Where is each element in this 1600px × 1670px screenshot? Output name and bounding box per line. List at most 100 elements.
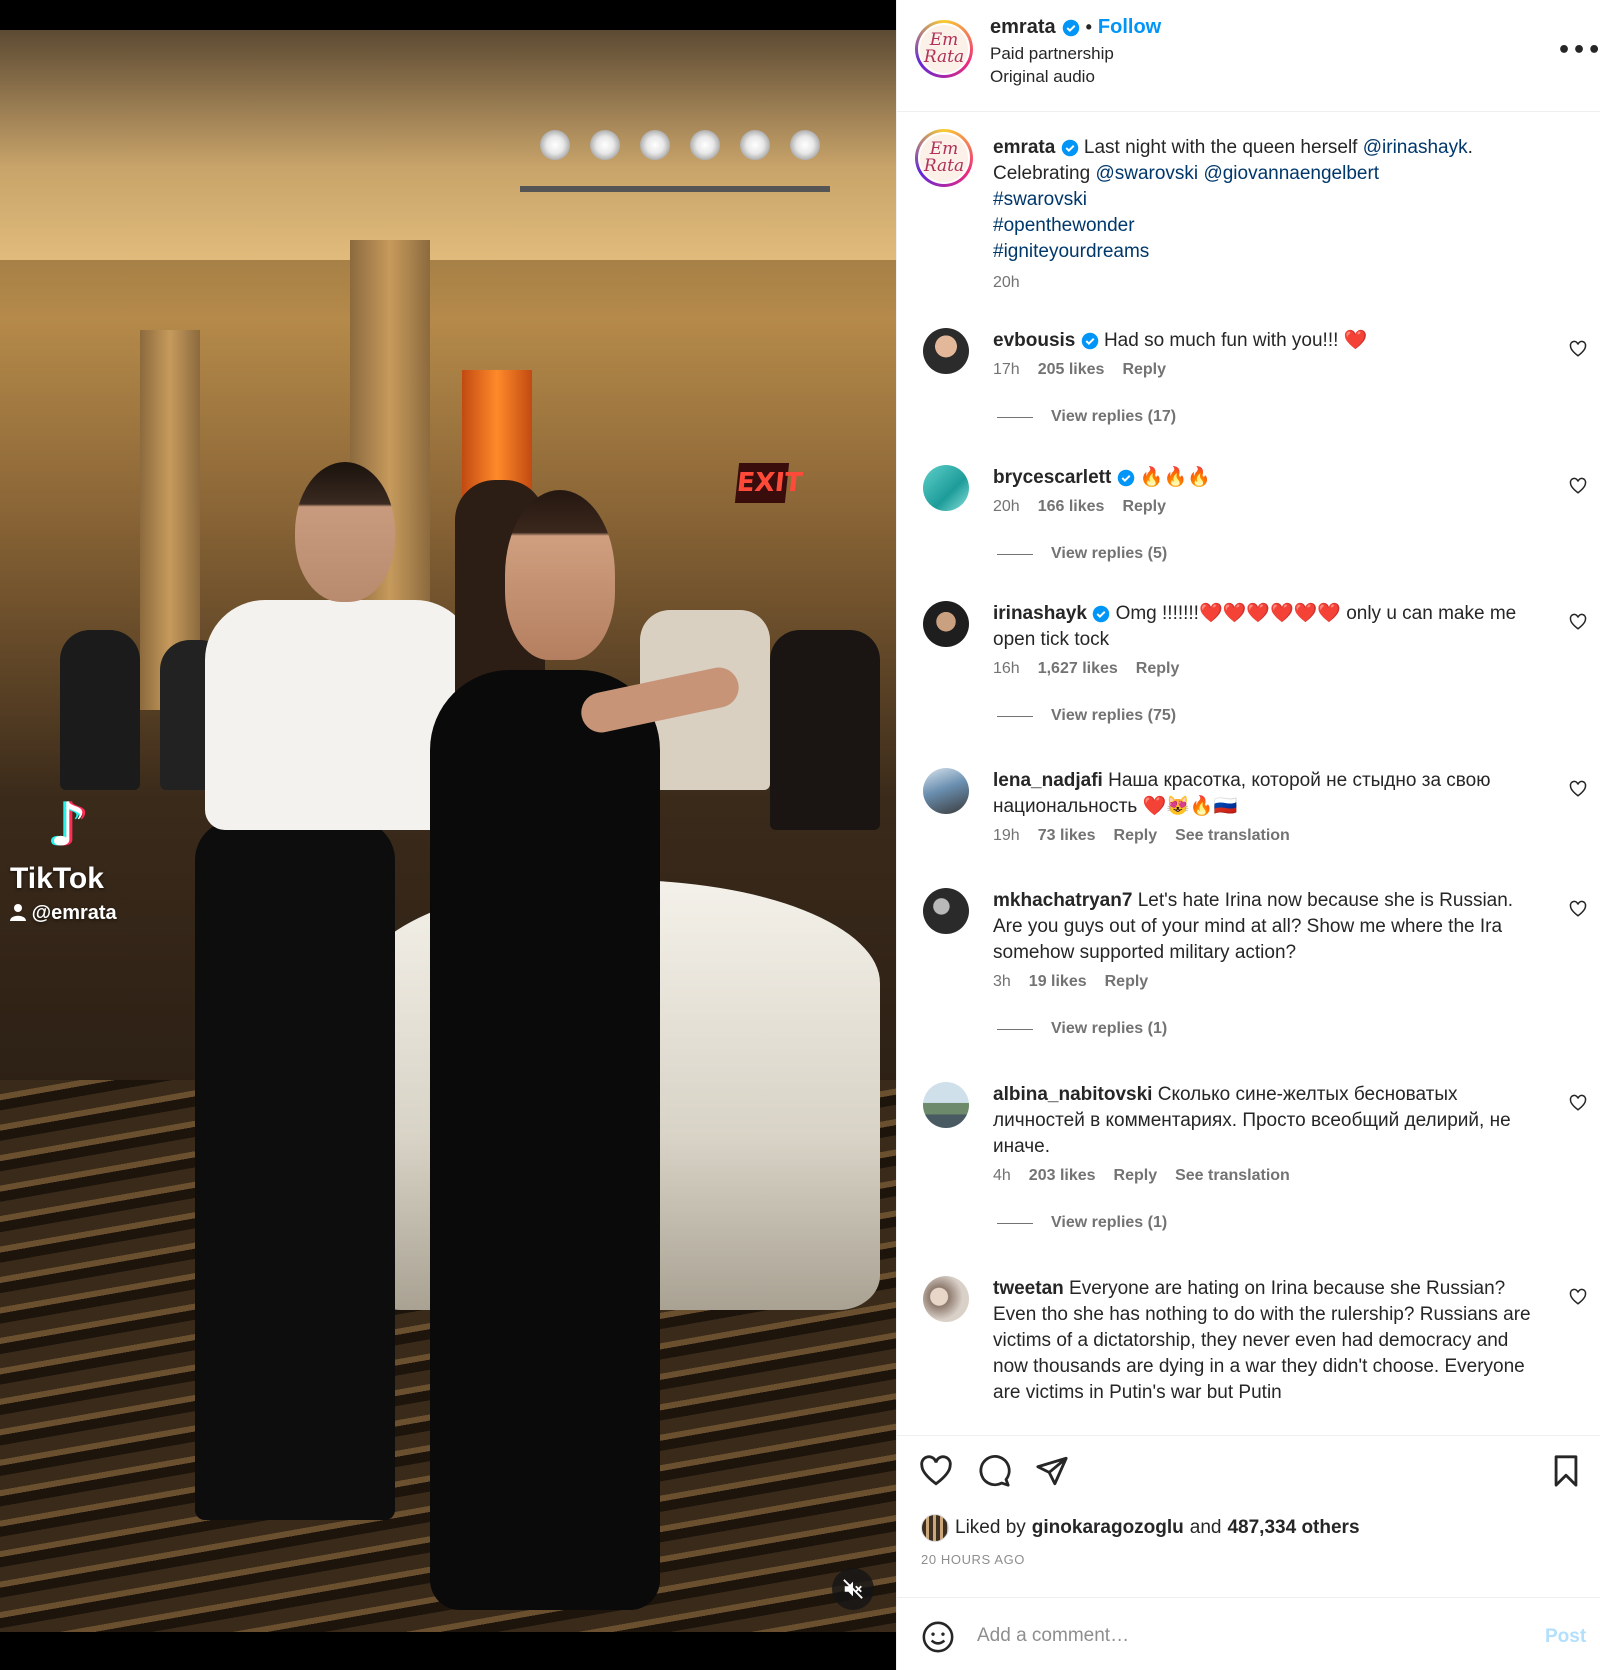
comment-icon[interactable] — [977, 1454, 1011, 1488]
comment-time[interactable]: 20h — [993, 498, 1020, 516]
hashtag-link[interactable]: #swarovski — [993, 189, 1087, 210]
comment-username[interactable]: mkhachatryan7 — [993, 890, 1132, 911]
reply-button[interactable]: Reply — [1114, 1167, 1158, 1185]
comment-heart-icon[interactable] — [1569, 477, 1587, 495]
comment-heart-icon[interactable] — [1569, 613, 1587, 631]
tiktok-username-text: @emrata — [31, 902, 117, 924]
follow-button[interactable]: Follow — [1098, 16, 1161, 39]
replies-divider — [997, 715, 1033, 717]
commenter-avatar[interactable] — [923, 768, 969, 814]
post-timestamp[interactable]: 20 HOURS AGO — [921, 1552, 1025, 1567]
verified-badge-icon — [1061, 139, 1078, 157]
commenter-avatar[interactable] — [923, 888, 969, 934]
commenter-avatar[interactable] — [923, 465, 969, 511]
commenter-avatar[interactable] — [923, 1276, 969, 1322]
post-comment-button[interactable]: Post — [1545, 1626, 1586, 1648]
post-header: Em Rata emrata • Follow Paid partnership… — [897, 0, 1600, 112]
comment-username[interactable]: albina_nabitovski — [993, 1084, 1152, 1105]
comment-body: mkhachatryan7 Let's hate Irina now becau… — [993, 888, 1533, 966]
view-replies-button[interactable]: View replies (1) — [997, 1020, 1167, 1038]
video-player[interactable]: EXIT ♪ TikTok @emrata — [0, 30, 896, 1632]
view-replies-button[interactable]: View replies (1) — [997, 1214, 1167, 1232]
comment-likes[interactable]: 203 likes — [1029, 1167, 1096, 1185]
author-avatar[interactable]: Em Rata — [915, 20, 973, 78]
comment-time[interactable]: 19h — [993, 827, 1020, 845]
liker-username[interactable]: ginokaragozoglu — [1032, 1517, 1184, 1539]
comment-text: Had so much fun with you!!! ❤️ — [1103, 330, 1368, 351]
likes-count[interactable]: 487,334 others — [1227, 1517, 1359, 1539]
comment-heart-icon[interactable] — [1569, 1094, 1587, 1112]
bookmark-icon[interactable] — [1549, 1454, 1583, 1488]
view-replies-label: View replies (75) — [1051, 707, 1177, 724]
view-replies-label: View replies (5) — [1051, 545, 1168, 562]
comment-heart-icon[interactable] — [1569, 780, 1587, 798]
speaker-muted-icon — [843, 1579, 863, 1599]
commenter-avatar[interactable] — [923, 1082, 969, 1128]
comment-time[interactable]: 16h — [993, 660, 1020, 678]
comment-likes[interactable]: 166 likes — [1038, 498, 1105, 516]
comment-heart-icon[interactable] — [1569, 900, 1587, 918]
tiktok-watermark: ♪ TikTok @emrata — [8, 792, 138, 932]
replies-divider — [997, 553, 1033, 555]
commenter-avatar[interactable] — [923, 328, 969, 374]
comment-heart-icon[interactable] — [1569, 1288, 1587, 1306]
post-media[interactable]: EXIT ♪ TikTok @emrata — [0, 0, 896, 1670]
mute-button[interactable] — [832, 1568, 874, 1610]
scene-person — [195, 820, 395, 1520]
more-options-icon[interactable]: ••• — [1557, 38, 1600, 63]
comment-likes[interactable]: 205 likes — [1038, 361, 1105, 379]
caption-username[interactable]: emrata — [993, 137, 1055, 158]
comment-likes[interactable]: 73 likes — [1038, 827, 1096, 845]
mention-link[interactable]: @irinashayk — [1363, 137, 1468, 158]
see-translation-button[interactable]: See translation — [1175, 1167, 1290, 1185]
liked-by-label: Liked by — [955, 1517, 1026, 1538]
comment-username[interactable]: tweetan — [993, 1278, 1064, 1299]
comment-body: brycescarlett 🔥🔥🔥 — [993, 465, 1533, 491]
instagram-post-window: EXIT ♪ TikTok @emrata Em Rata emrata • F… — [0, 0, 1600, 1670]
liker-avatar[interactable] — [921, 1514, 949, 1542]
scene-stage-lights — [520, 122, 830, 192]
hashtag-link[interactable]: #igniteyourdreams — [993, 241, 1149, 262]
hashtag-link[interactable]: #openthewonder — [993, 215, 1135, 236]
author-username[interactable]: emrata — [990, 16, 1056, 39]
send-icon[interactable] — [1035, 1454, 1069, 1488]
comment-username[interactable]: evbousis — [993, 330, 1075, 351]
caption-timestamp[interactable]: 20h — [993, 274, 1020, 292]
comment-likes[interactable]: 1,627 likes — [1038, 660, 1118, 678]
exit-sign: EXIT — [734, 463, 804, 503]
reply-button[interactable]: Reply — [1136, 660, 1180, 678]
caption-author-avatar[interactable]: Em Rata — [915, 129, 973, 187]
comment-meta: 3h 19 likes Reply — [993, 973, 1148, 991]
view-replies-label: View replies (17) — [1051, 408, 1177, 425]
reply-button[interactable]: Reply — [1114, 827, 1158, 845]
comment-heart-icon[interactable] — [1569, 340, 1587, 358]
author-row: emrata • Follow — [990, 16, 1161, 39]
person-icon — [10, 904, 26, 921]
replies-divider — [997, 1222, 1033, 1224]
reply-button[interactable]: Reply — [1122, 361, 1166, 379]
view-replies-button[interactable]: View replies (17) — [997, 408, 1176, 426]
reply-button[interactable]: Reply — [1122, 498, 1166, 516]
comments-list[interactable]: Em Rata emrata Last night with the queen… — [897, 113, 1600, 1435]
reply-button[interactable]: Reply — [1105, 973, 1149, 991]
comment-input[interactable] — [977, 1618, 1497, 1654]
heart-icon[interactable] — [919, 1454, 953, 1488]
author-avatar-logo: Em Rata — [923, 30, 965, 67]
comment-username[interactable]: lena_nadjafi — [993, 770, 1103, 791]
comment-time[interactable]: 3h — [993, 973, 1011, 991]
view-replies-button[interactable]: View replies (5) — [997, 545, 1167, 563]
comment-text: 🔥🔥🔥 — [1139, 467, 1211, 488]
comment-username[interactable]: irinashayk — [993, 603, 1087, 624]
comment-username[interactable]: brycescarlett — [993, 467, 1111, 488]
see-translation-button[interactable]: See translation — [1175, 827, 1290, 845]
paid-partnership-label[interactable]: Paid partnership — [990, 44, 1114, 64]
mention-link[interactable]: @giovannaengelbert — [1203, 163, 1379, 184]
audio-label[interactable]: Original audio — [990, 67, 1095, 87]
mention-link[interactable]: @swarovski — [1095, 163, 1198, 184]
view-replies-button[interactable]: View replies (75) — [997, 707, 1176, 725]
comment-likes[interactable]: 19 likes — [1029, 973, 1087, 991]
commenter-avatar[interactable] — [923, 601, 969, 647]
comment-time[interactable]: 4h — [993, 1167, 1011, 1185]
comment-time[interactable]: 17h — [993, 361, 1020, 379]
emoji-icon[interactable] — [921, 1620, 955, 1654]
